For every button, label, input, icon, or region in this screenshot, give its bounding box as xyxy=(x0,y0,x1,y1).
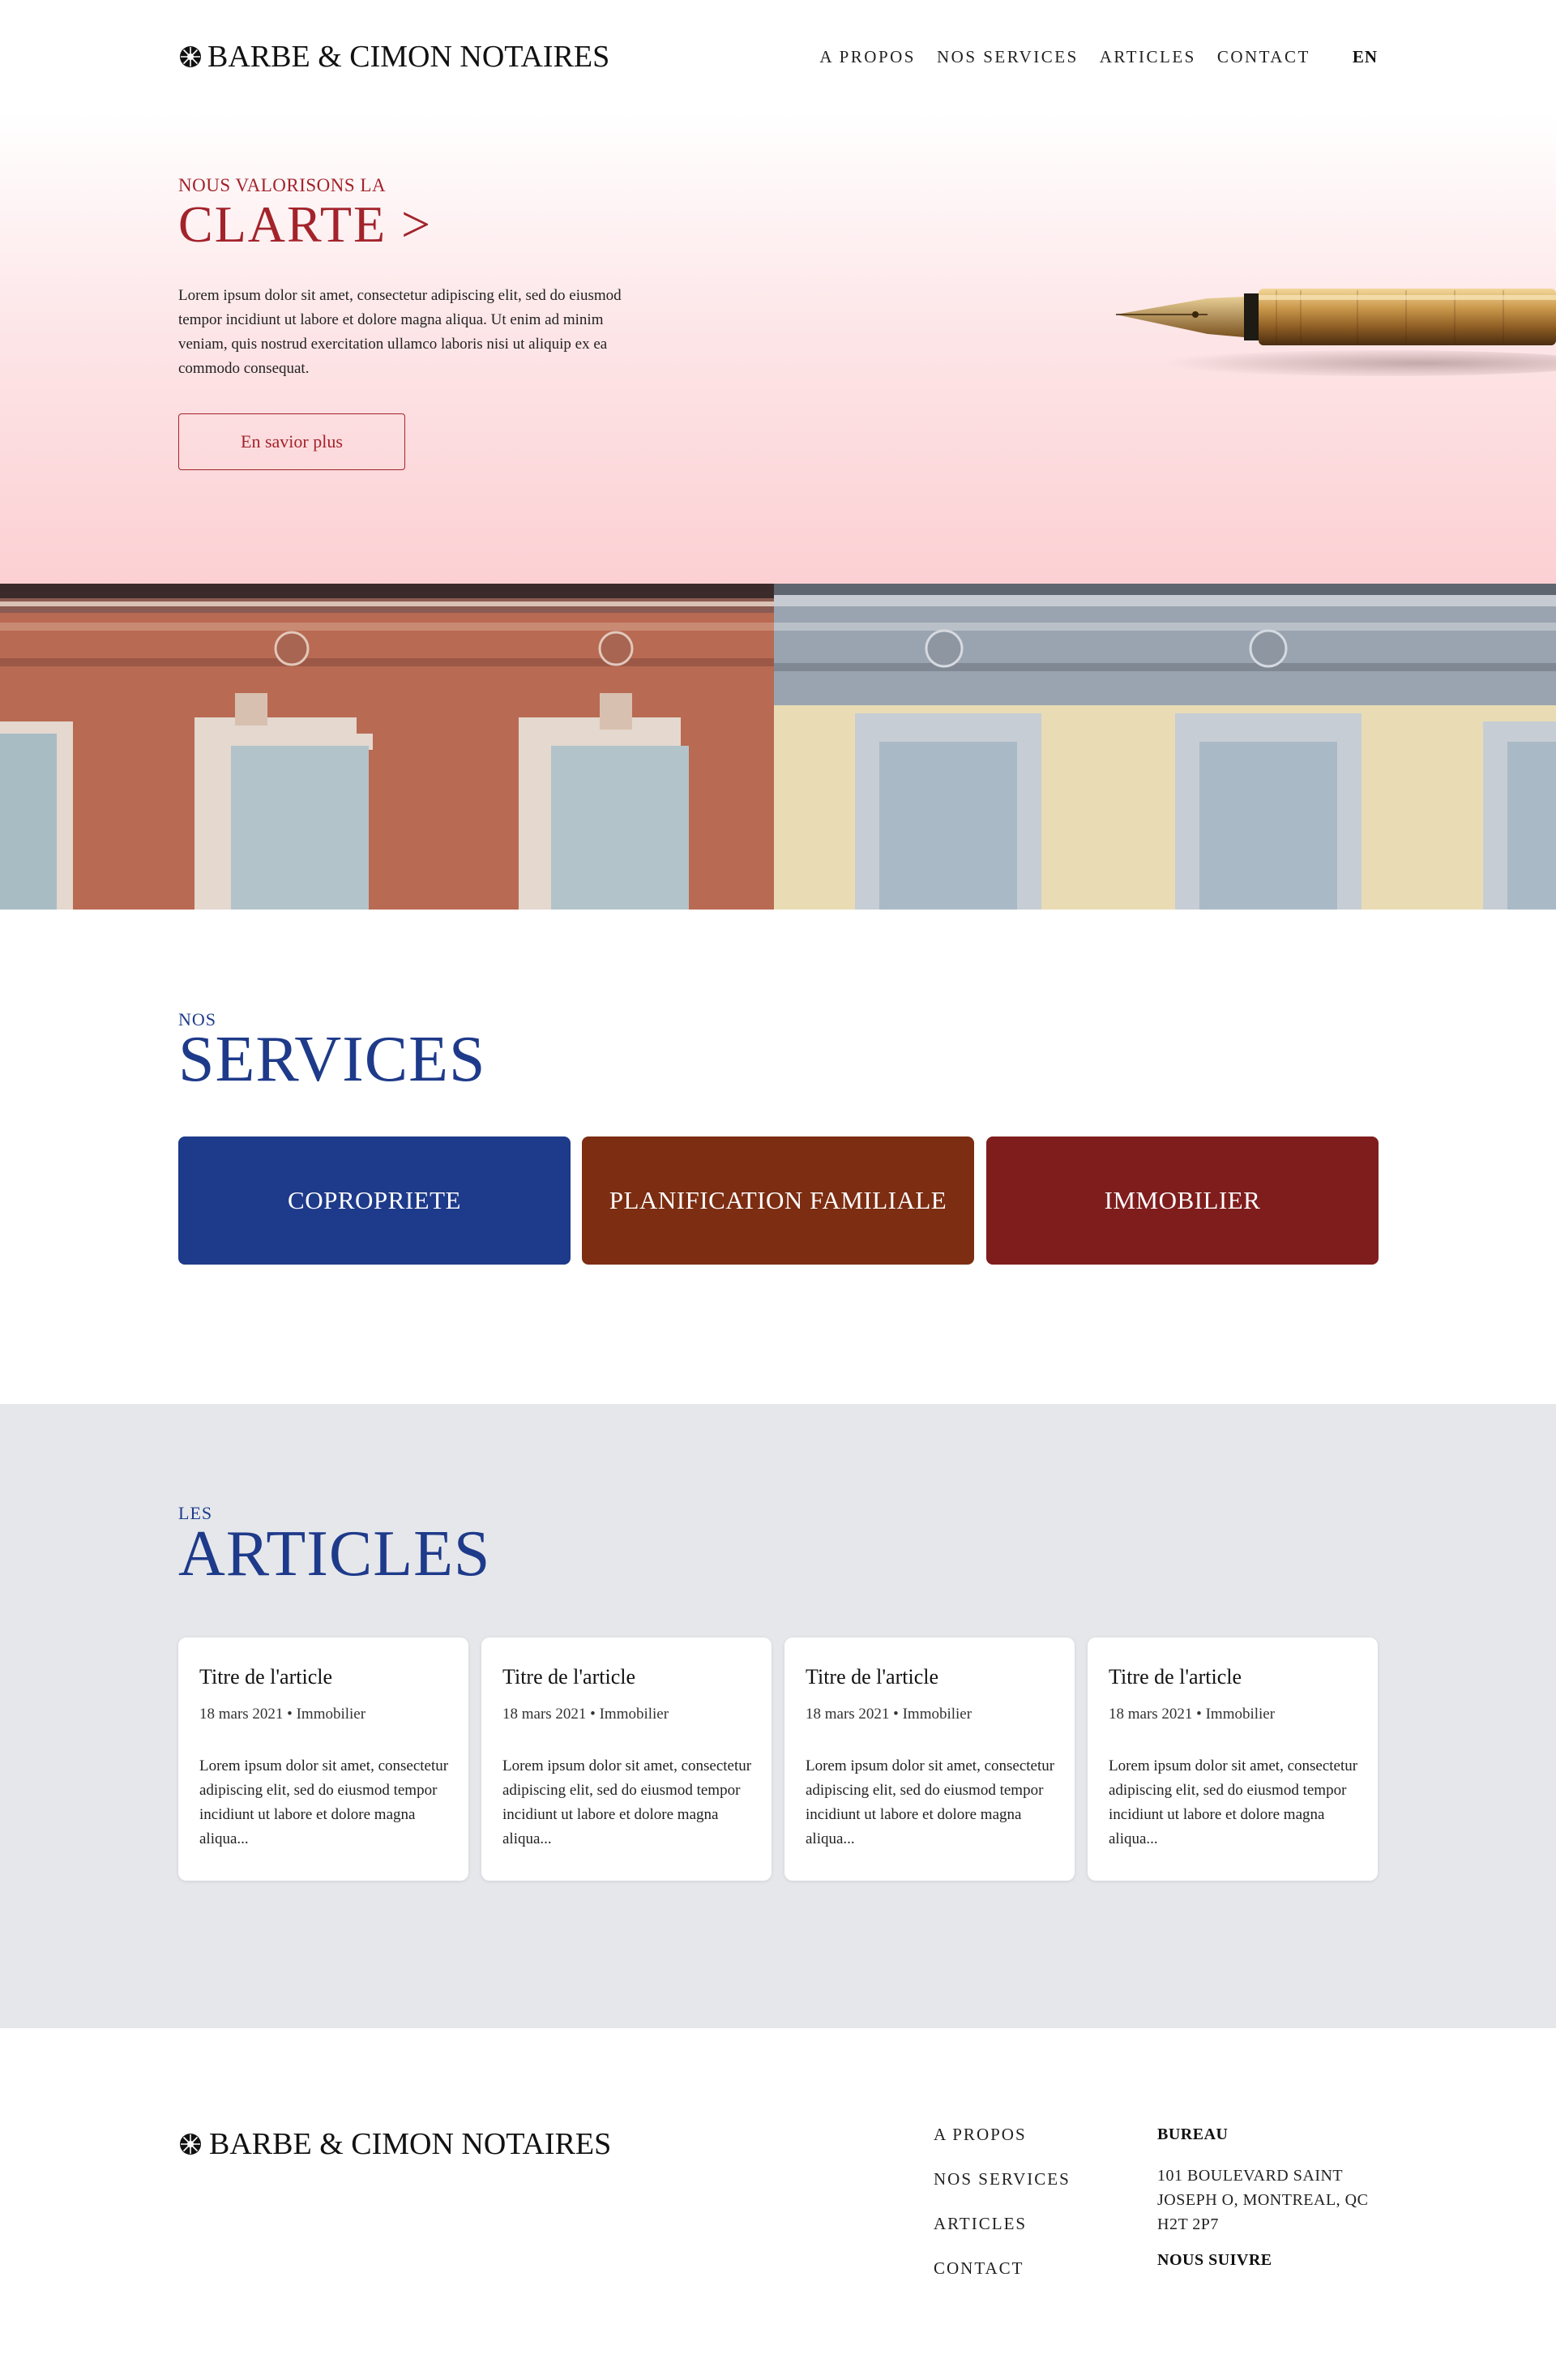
hero-title[interactable]: CLARTE > xyxy=(178,195,432,255)
article-card[interactable]: Titre de l'article 18 mars 2021 • Immobi… xyxy=(784,1637,1075,1881)
learn-more-button[interactable]: En savior plus xyxy=(178,413,405,470)
article-meta: 18 mars 2021 • Immobilier xyxy=(806,1706,972,1723)
footer-link-contact[interactable]: CONTACT xyxy=(934,2259,1071,2277)
footer-link-articles[interactable]: ARTICLES xyxy=(934,2215,1071,2232)
building-facade-image xyxy=(0,584,1556,910)
article-meta: 18 mars 2021 • Immobilier xyxy=(1109,1706,1276,1723)
article-title: Titre de l'article xyxy=(199,1665,333,1689)
nav-articles[interactable]: ARTICLES xyxy=(1100,47,1196,67)
article-meta: 18 mars 2021 • Immobilier xyxy=(502,1706,669,1723)
articles-title: ARTICLES xyxy=(178,1518,491,1590)
article-excerpt: Lorem ipsum dolor sit amet, consectetur … xyxy=(199,1757,449,1847)
logo-link[interactable]: BARBE & CIMON NOTAIRES xyxy=(178,39,609,75)
follow-heading: NOUS SUIVRE xyxy=(1157,2251,1272,2269)
footer-logo-text: BARBE & CIMON NOTAIRES xyxy=(209,2127,612,2161)
footer-link-nos-services[interactable]: NOS SERVICES xyxy=(934,2170,1071,2188)
article-excerpt: Lorem ipsum dolor sit amet, consectetur … xyxy=(1109,1757,1358,1847)
footer-link-a-propos[interactable]: A PROPOS xyxy=(934,2125,1071,2143)
article-excerpt: Lorem ipsum dolor sit amet, consectetur … xyxy=(502,1757,752,1847)
footer-logo-link[interactable]: BARBE & CIMON NOTAIRES xyxy=(178,2126,611,2162)
article-excerpt: Lorem ipsum dolor sit amet, consectetur … xyxy=(806,1757,1055,1847)
logo-text: BARBE & CIMON NOTAIRES xyxy=(207,40,610,74)
hero-section: NOUS VALORISONS LA CLARTE > Lorem ipsum … xyxy=(0,113,1556,584)
article-card[interactable]: Titre de l'article 18 mars 2021 • Immobi… xyxy=(481,1637,772,1881)
nav-nos-services[interactable]: NOS SERVICES xyxy=(937,47,1079,67)
footer-office: BUREAU 101 BOULEVARD SAINT JOSEPH O, MON… xyxy=(1157,2125,1392,2270)
article-card[interactable]: Titre de l'article 18 mars 2021 • Immobi… xyxy=(178,1637,468,1881)
service-card-planification-familiale[interactable]: PLANIFICATION FAMILIALE xyxy=(582,1136,974,1265)
fountain-pen-image xyxy=(1116,289,1556,376)
site-header: BARBE & CIMON NOTAIRES A PROPOS NOS SERV… xyxy=(0,0,1556,113)
services-title: SERVICES xyxy=(178,1024,486,1095)
article-title: Titre de l'article xyxy=(1109,1665,1242,1689)
logo-emblem-icon xyxy=(180,46,201,67)
service-card-copropriete[interactable]: COPROPRIETE xyxy=(178,1136,571,1265)
office-address: 101 BOULEVARD SAINT JOSEPH O, MONTREAL, … xyxy=(1157,2167,1369,2233)
article-meta: 18 mars 2021 • Immobilier xyxy=(199,1706,366,1723)
hero-kicker: NOUS VALORISONS LA xyxy=(178,175,387,195)
articles-section: LES ARTICLES Titre de l'article 18 mars … xyxy=(0,1404,1556,2028)
nav-a-propos[interactable]: A PROPOS xyxy=(819,47,916,67)
language-switch[interactable]: EN xyxy=(1353,47,1378,67)
article-title: Titre de l'article xyxy=(806,1665,939,1689)
footer-nav: A PROPOS NOS SERVICES ARTICLES CONTACT xyxy=(934,2125,1071,2304)
nav-contact[interactable]: CONTACT xyxy=(1217,47,1310,67)
service-card-immobilier[interactable]: IMMOBILIER xyxy=(986,1136,1379,1265)
logo-emblem-icon xyxy=(180,2134,201,2155)
article-title: Titre de l'article xyxy=(502,1665,636,1689)
hero-body: Lorem ipsum dolor sit amet, consectetur … xyxy=(178,287,622,377)
article-card[interactable]: Titre de l'article 18 mars 2021 • Immobi… xyxy=(1088,1637,1378,1881)
main-nav: A PROPOS NOS SERVICES ARTICLES CONTACT E… xyxy=(798,47,1378,67)
office-heading: BUREAU xyxy=(1157,2125,1229,2143)
